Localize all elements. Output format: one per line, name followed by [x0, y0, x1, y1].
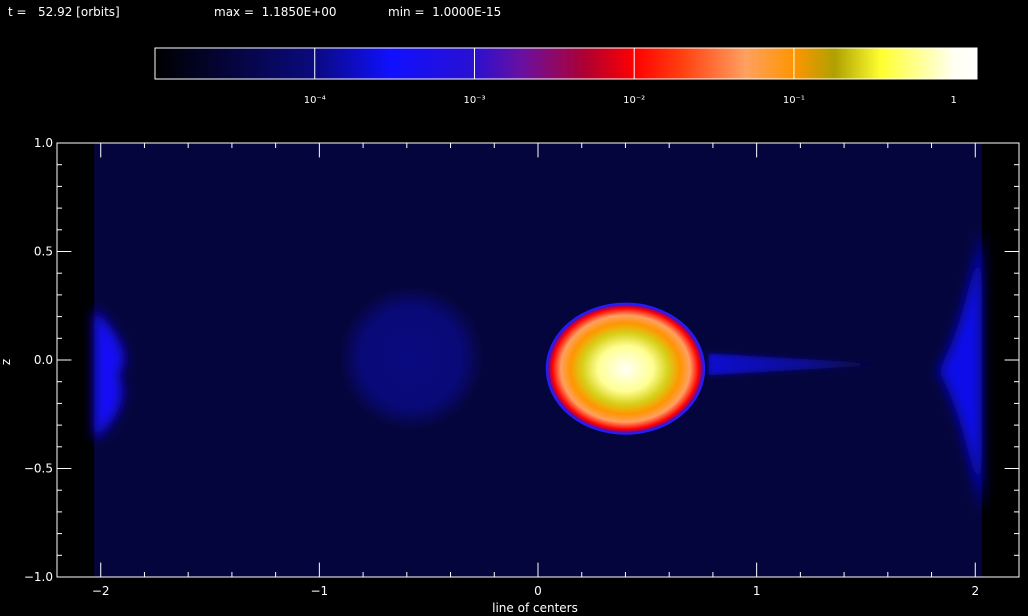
colorbar-tick-labels: 10⁻⁴ 10⁻³ 10⁻² 10⁻¹ 1 — [304, 95, 957, 106]
colorbar-tick-label: 10⁻² — [623, 95, 645, 106]
plot-canvas: t = 52.92 [orbits] max = 1.1850E+00 min … — [0, 5, 1020, 615]
colorbar-tick-label: 1 — [950, 95, 956, 106]
secondary-lobe — [339, 286, 484, 430]
max-readout: max = 1.1850E+00 — [214, 5, 337, 19]
x-axis-label: line of centers — [492, 601, 578, 615]
y-tick-label: −1.0 — [24, 570, 53, 584]
y-tick-label: 0.0 — [34, 353, 53, 367]
colorbar-gradient — [155, 48, 977, 79]
x-tick-label: −2 — [92, 584, 110, 598]
density-plot-figure: t = 52.92 [orbits] max = 1.1850E+00 min … — [0, 0, 1028, 616]
colorbar-tick-label: 10⁻³ — [463, 95, 485, 106]
x-tick-label: 0 — [534, 584, 542, 598]
time-readout: t = 52.92 [orbits] — [8, 5, 120, 19]
y-tick-label: −0.5 — [24, 462, 53, 476]
x-tick-label: −1 — [311, 584, 329, 598]
colorbar: 10⁻⁴ 10⁻³ 10⁻² 10⁻¹ 1 — [154, 47, 978, 106]
colorbar-tick-label: 10⁻⁴ — [304, 95, 326, 106]
density-field — [94, 143, 982, 577]
heatmap-panel: −2 −1 0 1 2 −1.0 −0.5 0.0 0.5 1.0 line of centers… — [0, 136, 1020, 615]
y-tick-label: 1.0 — [34, 136, 53, 150]
x-tick-label: 1 — [753, 584, 761, 598]
y-axis-label: z — [0, 359, 13, 365]
x-tick-label: 2 — [971, 584, 979, 598]
colorbar-tick-label: 10⁻¹ — [783, 95, 805, 106]
y-tick-label: 0.5 — [34, 245, 53, 259]
min-readout: min = 1.0000E-15 — [388, 5, 501, 19]
simulation-domain — [94, 143, 982, 577]
primary-star — [545, 302, 706, 435]
